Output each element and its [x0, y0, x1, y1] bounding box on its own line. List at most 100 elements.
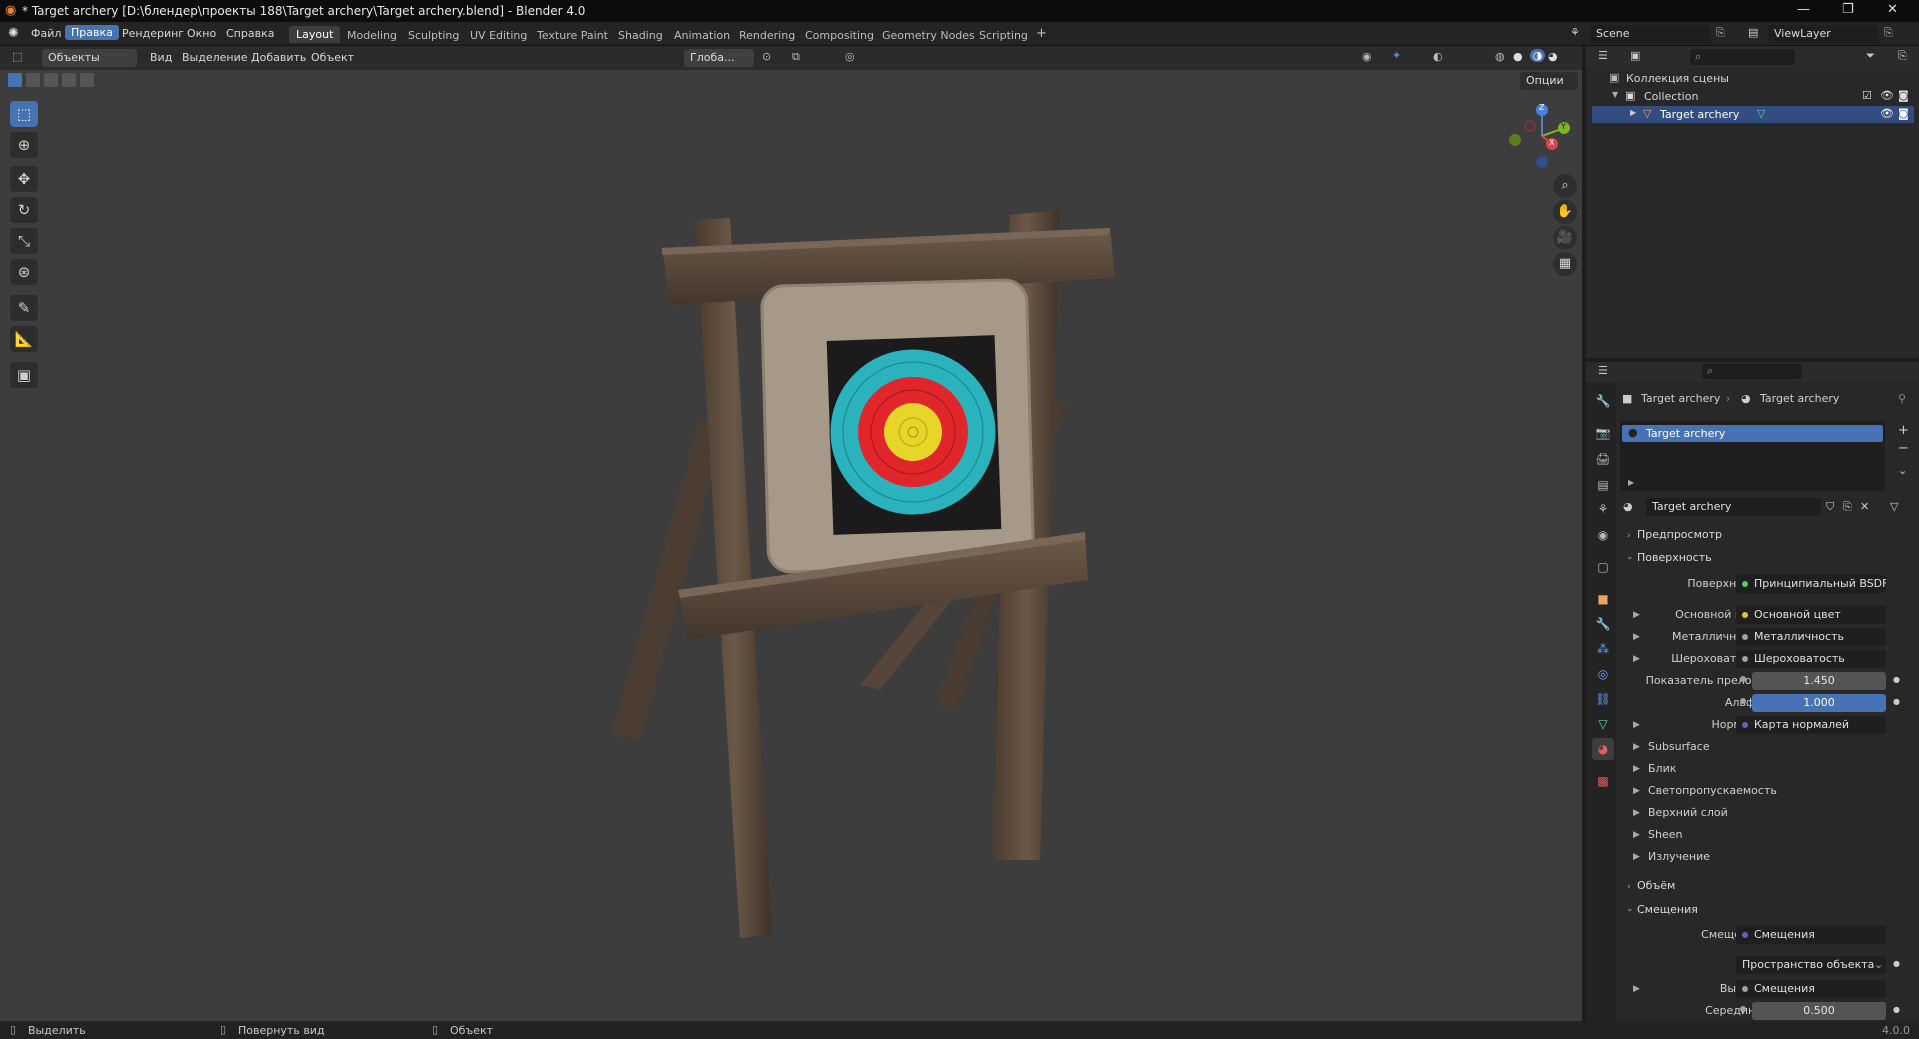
options-dropdown[interactable]: Опции: [1520, 72, 1578, 90]
shading-rendered-icon[interactable]: ◕: [1548, 50, 1558, 63]
surface-collapse-icon[interactable]: ⌄: [1626, 552, 1634, 562]
section-displacement[interactable]: Смещения: [1637, 903, 1698, 916]
add-slot-icon[interactable]: +: [1898, 423, 1909, 438]
add-workspace-button[interactable]: +: [1036, 26, 1047, 41]
close-button[interactable]: ✕: [1887, 2, 1898, 17]
editor-type-icon[interactable]: ⬚: [12, 50, 22, 63]
material-tab-icon[interactable]: ◕: [1592, 738, 1614, 760]
menu-edit[interactable]: Правка: [65, 25, 119, 40]
new-collection-icon[interactable]: ⎘: [1898, 49, 1907, 63]
metallic-field[interactable]: Металличность: [1736, 628, 1886, 646]
tab-geometry-nodes[interactable]: Geometry Nodes: [882, 29, 975, 42]
preview-collapse-icon[interactable]: ›: [1627, 531, 1631, 541]
camera-view-icon[interactable]: 🎥: [1553, 226, 1577, 250]
fake-user-icon[interactable]: ⛉: [1826, 500, 1834, 514]
coat-expand-icon[interactable]: ▶: [1633, 808, 1640, 818]
shading-material-icon[interactable]: ◑: [1530, 49, 1545, 62]
subpanel-coat[interactable]: Верхний слой: [1648, 806, 1728, 819]
menu-render[interactable]: Рендеринг: [122, 27, 184, 40]
display-mode-icon[interactable]: ▣: [1630, 49, 1640, 62]
menu-help[interactable]: Справка: [226, 27, 274, 40]
render-tab-icon[interactable]: 📷: [1592, 422, 1614, 444]
object-camera-icon[interactable]: ◙: [1898, 107, 1909, 120]
navigation-gizmo[interactable]: Z Y X: [1502, 98, 1572, 172]
move-tool[interactable]: ✥: [10, 166, 38, 192]
surface-shader-field[interactable]: Принципиальный BSDF: [1736, 575, 1886, 593]
volume-collapse-icon[interactable]: ›: [1627, 882, 1631, 892]
tab-scripting[interactable]: Scripting: [979, 29, 1028, 42]
rotate-tool[interactable]: ↻: [10, 197, 38, 223]
unlink-material-icon[interactable]: ✕: [1860, 500, 1869, 513]
displacement-space-dropdown[interactable]: Пространство объекта ⌄: [1736, 956, 1886, 974]
select-invert-icon[interactable]: [62, 73, 76, 87]
alpha-field[interactable]: 1.000: [1752, 694, 1886, 712]
material-mesh-icon[interactable]: ▽: [1890, 500, 1898, 513]
scene-selector[interactable]: Scene: [1590, 25, 1710, 43]
overlay-icon[interactable]: ◐: [1433, 50, 1443, 63]
tab-animation[interactable]: Animation: [674, 29, 730, 42]
object-tab-icon[interactable]: ■: [1592, 588, 1614, 610]
outliner-editor-icon[interactable]: ☰: [1598, 49, 1608, 62]
material-browse-icon[interactable]: ◕: [1623, 500, 1633, 513]
tab-rendering[interactable]: Rendering: [739, 29, 795, 42]
texture-tab-icon[interactable]: ▩: [1592, 770, 1614, 792]
select-new-icon[interactable]: [8, 73, 22, 87]
output-tab-icon[interactable]: 🖨: [1592, 448, 1614, 470]
menu-file[interactable]: Файл: [31, 27, 61, 40]
height-field[interactable]: Смещения: [1736, 980, 1886, 998]
duplicate-material-icon[interactable]: ⎘: [1843, 500, 1852, 514]
world-tab-icon[interactable]: ◉: [1592, 524, 1614, 546]
transform-tool[interactable]: ⊛: [10, 259, 38, 285]
pan-hand-icon[interactable]: ✋: [1553, 200, 1577, 224]
viewport-menu-object[interactable]: Объект: [311, 51, 354, 64]
tab-compositing[interactable]: Compositing: [805, 29, 874, 42]
subpanel-subsurface[interactable]: Subsurface: [1648, 740, 1710, 753]
material-name-field[interactable]: Target archery: [1646, 498, 1821, 516]
roughness-field[interactable]: Шероховатость: [1736, 650, 1886, 668]
minimize-button[interactable]: —: [1797, 2, 1810, 17]
transform-orientation-selector[interactable]: Глоба...: [684, 49, 754, 67]
exclude-checkbox-icon[interactable]: ☑: [1862, 89, 1872, 102]
particles-tab-icon[interactable]: ⁂: [1592, 638, 1614, 660]
select-extend-icon[interactable]: [26, 73, 40, 87]
select-box-tool[interactable]: ⬚: [10, 101, 38, 127]
viewlayer-tab-icon[interactable]: ▤: [1592, 474, 1614, 496]
new-scene-icon[interactable]: ⎘: [1716, 26, 1725, 40]
data-tab-icon[interactable]: ▽: [1592, 713, 1614, 735]
zoom-icon[interactable]: ⌕: [1553, 174, 1577, 198]
normal-field[interactable]: Карта нормалей: [1736, 716, 1886, 734]
pivot-icon[interactable]: ⊙: [762, 50, 771, 63]
modifier-tab-icon[interactable]: 🔧: [1592, 613, 1614, 635]
menu-window[interactable]: Окно: [187, 27, 216, 40]
ior-field[interactable]: 1.450: [1752, 672, 1886, 690]
viewport-menu-view[interactable]: Вид: [150, 51, 172, 64]
subpanel-transmission[interactable]: Светопропускаемость: [1648, 784, 1777, 797]
visibility-icon[interactable]: ◉: [1362, 50, 1372, 63]
subpanel-emission[interactable]: Излучение: [1648, 850, 1710, 863]
midlevel-field[interactable]: 0.500: [1752, 1002, 1886, 1020]
pin-icon[interactable]: ⚲: [1898, 392, 1906, 405]
transmission-expand-icon[interactable]: ▶: [1633, 786, 1640, 796]
shading-wireframe-icon[interactable]: ◍: [1495, 50, 1505, 63]
tool-tab-icon[interactable]: 🔧: [1592, 390, 1614, 412]
subsurface-expand-icon[interactable]: ▶: [1633, 742, 1640, 752]
tab-sculpting[interactable]: Sculpting: [408, 29, 459, 42]
emission-expand-icon[interactable]: ▶: [1633, 852, 1640, 862]
select-subtract-icon[interactable]: [44, 73, 58, 87]
gizmo-toggle-icon[interactable]: ✦: [1392, 49, 1401, 62]
mode-selector[interactable]: Объекты: [42, 49, 137, 67]
cursor-tool[interactable]: ⊕: [10, 132, 38, 158]
add-cube-tool[interactable]: ▣: [10, 362, 38, 388]
specular-expand-icon[interactable]: ▶: [1633, 764, 1640, 774]
midlevel-keyframe-icon[interactable]: ●: [1893, 1005, 1900, 1014]
select-intersect-icon[interactable]: [80, 73, 94, 87]
scene-tab-icon[interactable]: ⚘: [1592, 498, 1614, 520]
subpanel-sheen[interactable]: Sheen: [1648, 828, 1682, 841]
measure-tool[interactable]: 📐: [10, 326, 38, 352]
alpha-keyframe-icon[interactable]: ●: [1893, 697, 1900, 706]
object-eye-icon[interactable]: 👁: [1880, 107, 1894, 120]
filter-icon[interactable]: ⏷: [1866, 49, 1875, 63]
viewport-menu-add[interactable]: Добавить: [251, 51, 306, 64]
remove-slot-icon[interactable]: −: [1898, 441, 1909, 456]
ior-keyframe-icon[interactable]: ●: [1893, 675, 1900, 684]
